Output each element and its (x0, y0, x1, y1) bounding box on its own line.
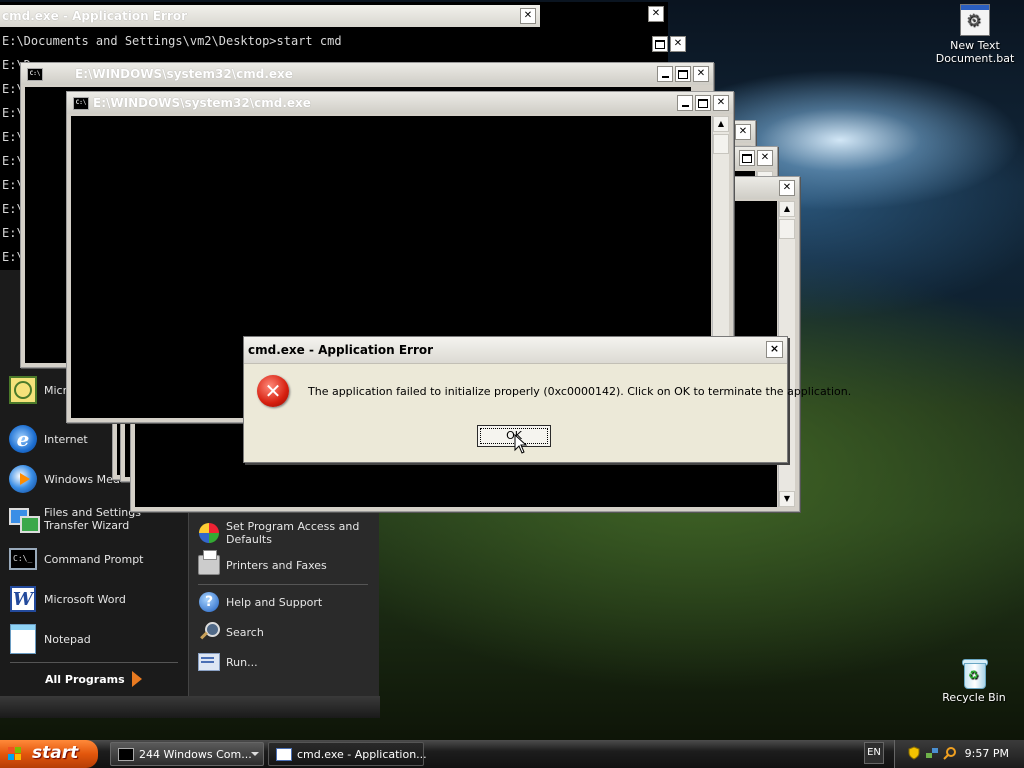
taskbar-button-label: cmd.exe - Application... (297, 748, 427, 761)
close-icon[interactable]: ✕ (713, 95, 729, 111)
window-icon (276, 748, 292, 761)
taskbar-button-cmd-error[interactable]: cmd.exe - Application... (268, 742, 427, 766)
security-shield-icon[interactable] (907, 746, 921, 760)
clock[interactable]: 9:57 PM (965, 747, 1009, 760)
stacked-window-caption: ✕ (640, 2, 668, 26)
batch-file-icon (960, 4, 990, 36)
start-menu-item-command-prompt[interactable]: C:\_ Command Prompt (8, 542, 184, 576)
taskbar-button-label: 244 Windows Com... (139, 748, 252, 761)
start-menu-item-label: Printers and Faxes (226, 558, 327, 572)
start-menu-item-notepad[interactable]: Notepad (8, 622, 184, 656)
desktop-icon-new-text-document-bat[interactable]: New Text Document.bat (930, 4, 1020, 65)
desktop-icon-label: Recycle Bin (942, 691, 1006, 704)
start-menu-item-search[interactable]: Search (198, 621, 374, 643)
printer-icon (198, 550, 220, 576)
console-error-titlebar: cmd.exe - Application Error ✕ (0, 5, 540, 27)
maximize-icon[interactable] (695, 95, 711, 111)
scrollbar-thumb[interactable] (713, 134, 729, 154)
start-menu-footer (0, 696, 380, 718)
cmd-icon: C:\ (27, 68, 43, 81)
start-menu-item-label: Internet (44, 432, 88, 446)
maximize-icon[interactable] (675, 66, 691, 82)
start-menu-separator (10, 662, 178, 663)
search-icon[interactable] (943, 746, 957, 760)
close-icon[interactable]: ✕ (670, 36, 686, 52)
program-access-icon (198, 522, 220, 544)
window-title: E:\WINDOWS\system32\cmd.exe (75, 67, 293, 81)
chevron-down-icon (251, 752, 259, 756)
start-menu-item-microsoft-word[interactable]: W Microsoft Word (8, 582, 184, 616)
desktop-icon-recycle-bin[interactable]: ♻ Recycle Bin (929, 658, 1019, 704)
window-title: E:\WINDOWS\system32\cmd.exe (93, 96, 311, 110)
close-icon[interactable]: ✕ (757, 150, 773, 166)
internet-explorer-icon: e (8, 424, 38, 454)
run-icon (198, 651, 220, 673)
taskbar-button-windows-command[interactable]: 244 Windows Com... (110, 742, 264, 766)
notepad-icon (8, 624, 38, 654)
close-icon[interactable]: ✕ (520, 8, 536, 24)
start-menu-item-label: Search (226, 625, 264, 639)
start-menu-item-label: Notepad (44, 632, 91, 646)
windows-media-player-icon (8, 464, 38, 494)
close-icon[interactable]: ✕ (693, 66, 709, 82)
minimize-icon[interactable] (657, 66, 673, 82)
stacked-window-caption: ✕ (636, 32, 690, 56)
start-menu-item-label: Windows Med (44, 472, 120, 486)
recycle-bin-icon: ♻ (962, 658, 988, 689)
cmd-icon: C:\ (73, 97, 89, 110)
error-message: The application failed to initialize pro… (308, 385, 852, 398)
cmd-icon (118, 748, 134, 761)
start-menu-separator (198, 584, 368, 585)
console-error-title: cmd.exe - Application Error (2, 9, 188, 23)
start-menu-item-label: Set Program Access and Defaults (226, 520, 360, 546)
system-tray: 9:57 PM (894, 740, 1024, 768)
minimize-icon[interactable] (677, 95, 693, 111)
error-dialog-titlebar[interactable]: cmd.exe - Application Error × (244, 337, 787, 364)
start-menu-item-label: Command Prompt (44, 552, 144, 566)
all-programs-button[interactable]: All Programs (45, 673, 125, 686)
start-menu-item-printers-faxes[interactable]: Printers and Faxes (198, 550, 374, 576)
language-indicator[interactable]: EN (864, 742, 884, 764)
close-icon[interactable]: × (766, 341, 783, 358)
start-menu-item-label: Run... (226, 655, 258, 669)
search-icon (198, 621, 220, 643)
outlook-icon (8, 375, 38, 405)
close-icon[interactable]: ✕ (735, 124, 751, 140)
start-button[interactable]: start (0, 740, 98, 768)
start-menu-item-run[interactable]: Run... (198, 651, 374, 673)
all-programs-arrow-icon (132, 671, 142, 687)
scroll-up-button[interactable]: ▲ (713, 116, 729, 132)
error-dialog-title: cmd.exe - Application Error (248, 343, 434, 357)
transfer-wizard-icon (8, 504, 40, 534)
desktop-icon-label: New Text Document.bat (935, 39, 1015, 65)
start-menu-item-label: Help and Support (226, 595, 323, 609)
error-icon: ✕ (257, 375, 289, 407)
close-icon[interactable]: ✕ (648, 6, 664, 22)
taskbar: start 244 Windows Com... cmd.exe - Appli… (0, 740, 1024, 768)
network-icon[interactable] (925, 746, 939, 760)
start-label: start (32, 743, 79, 763)
maximize-icon[interactable] (739, 150, 755, 166)
windows-logo-icon (8, 747, 22, 761)
console-prompt-line: E:\Documents and Settings\vm2\Desktop>st… (2, 34, 342, 48)
command-prompt-icon: C:\_ (8, 544, 38, 574)
start-menu-item-help-support[interactable]: ? Help and Support (198, 591, 374, 613)
start-menu-item-label: Microsoft Word (44, 592, 126, 606)
close-icon[interactable]: ✕ (779, 180, 795, 196)
start-menu-item-program-access[interactable]: Set Program Access and Defaults (198, 520, 374, 546)
maximize-icon[interactable] (652, 36, 668, 52)
help-icon: ? (198, 591, 220, 613)
word-icon: W (8, 584, 38, 614)
